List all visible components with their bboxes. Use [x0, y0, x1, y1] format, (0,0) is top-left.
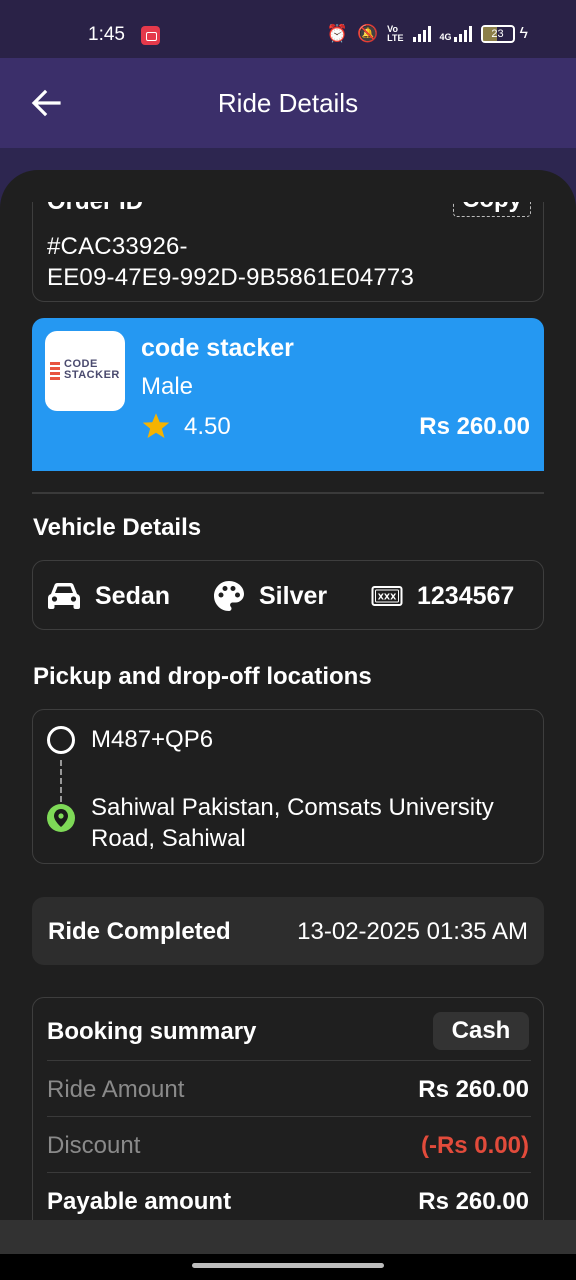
discount-label: Discount: [47, 1132, 141, 1159]
status-time: 1:45: [88, 24, 125, 45]
vehicle-color: Silver: [213, 561, 327, 631]
system-nav-bar: [0, 1254, 576, 1280]
pickup-circle-icon: [47, 726, 75, 754]
route-connector: [60, 760, 62, 802]
payable-amount-label: Payable amount: [47, 1188, 232, 1215]
divider: [47, 1172, 531, 1173]
mute-icon: 🔕: [357, 24, 379, 43]
payment-method-badge: Cash: [433, 1012, 529, 1050]
screen-record-icon: [141, 26, 160, 45]
svg-text:XXX: XXX: [378, 593, 397, 602]
ride-price: Rs 260.00: [419, 413, 530, 440]
palette-icon: [214, 581, 244, 611]
logo-text: CODE STACKER: [64, 358, 120, 381]
driver-avatar: CODE STACKER: [45, 331, 125, 411]
volte-icon: Vo LTE: [387, 24, 404, 43]
pickup-location: M487+QP6: [91, 726, 214, 753]
status-icons: ⏰ 🔕 Vo LTE 4G 23 ϟ: [327, 24, 528, 44]
app-bar: Ride Details: [0, 58, 576, 148]
signal-icon: [412, 26, 431, 42]
battery-icon: 23: [480, 25, 515, 43]
driver-gender: Male: [141, 373, 194, 400]
vehicle-type: Sedan: [47, 561, 170, 631]
charging-icon: ϟ: [519, 25, 528, 42]
driver-rating: 4.50: [184, 413, 231, 440]
details-sheet: Order ID Copy #CAC33926- EE09-47E9-992D-…: [0, 170, 576, 1280]
star-icon: [142, 413, 170, 438]
ride-status: Ride Completed: [48, 918, 231, 945]
data-signal-icon: 4G: [440, 26, 472, 42]
vehicle-plate: XXX 1234567: [371, 561, 514, 631]
divider: [32, 492, 544, 494]
order-id-value: #CAC33926- EE09-47E9-992D-9B5861E04773: [47, 233, 415, 291]
route-card: M487+QP6 Sahiwal Pakistan, Comsats Unive…: [32, 709, 544, 864]
car-icon: [48, 583, 80, 609]
ride-status-box: Ride Completed 13-02-2025 01:35 AM: [32, 897, 544, 965]
divider: [47, 1116, 531, 1117]
vehicle-details-heading: Vehicle Details: [33, 514, 202, 541]
location-pin-icon: [47, 804, 75, 832]
dropoff-location: Sahiwal Pakistan, Comsats University Roa…: [91, 794, 494, 852]
copy-button[interactable]: Copy: [453, 202, 531, 217]
alarm-icon: ⏰: [326, 24, 348, 43]
locations-heading: Pickup and drop-off locations: [33, 663, 372, 690]
payable-amount-value: Rs 260.00: [418, 1188, 529, 1215]
booking-summary-card: Booking summary Cash Ride Amount Rs 260.…: [32, 997, 544, 1220]
booking-summary-title: Booking summary: [47, 1018, 257, 1045]
driver-name: code stacker: [141, 334, 294, 362]
driver-card: CODE STACKER code stacker Male 4.50 Rs 2…: [32, 318, 544, 471]
status-bar: 1:45 ⏰ 🔕 Vo LTE 4G 23 ϟ: [0, 0, 576, 58]
ride-amount-value: Rs 260.00: [418, 1076, 529, 1103]
ride-amount-label: Ride Amount: [47, 1076, 185, 1103]
order-id-label: Order ID: [47, 202, 143, 216]
license-plate-icon: XXX: [371, 586, 403, 606]
logo-mark-icon: [50, 362, 60, 380]
divider: [47, 1060, 531, 1061]
ride-datetime: 13-02-2025 01:35 AM: [297, 918, 528, 945]
page-title: Ride Details: [217, 88, 359, 118]
order-id-card: Order ID Copy #CAC33926- EE09-47E9-992D-…: [32, 202, 544, 302]
scroll-content[interactable]: Order ID Copy #CAC33926- EE09-47E9-992D-…: [0, 202, 576, 1220]
discount-value: (-Rs 0.00): [420, 1132, 529, 1159]
vehicle-details-card: Sedan Silver XXX 1234567: [32, 560, 544, 630]
home-gesture-handle[interactable]: [192, 1263, 384, 1268]
